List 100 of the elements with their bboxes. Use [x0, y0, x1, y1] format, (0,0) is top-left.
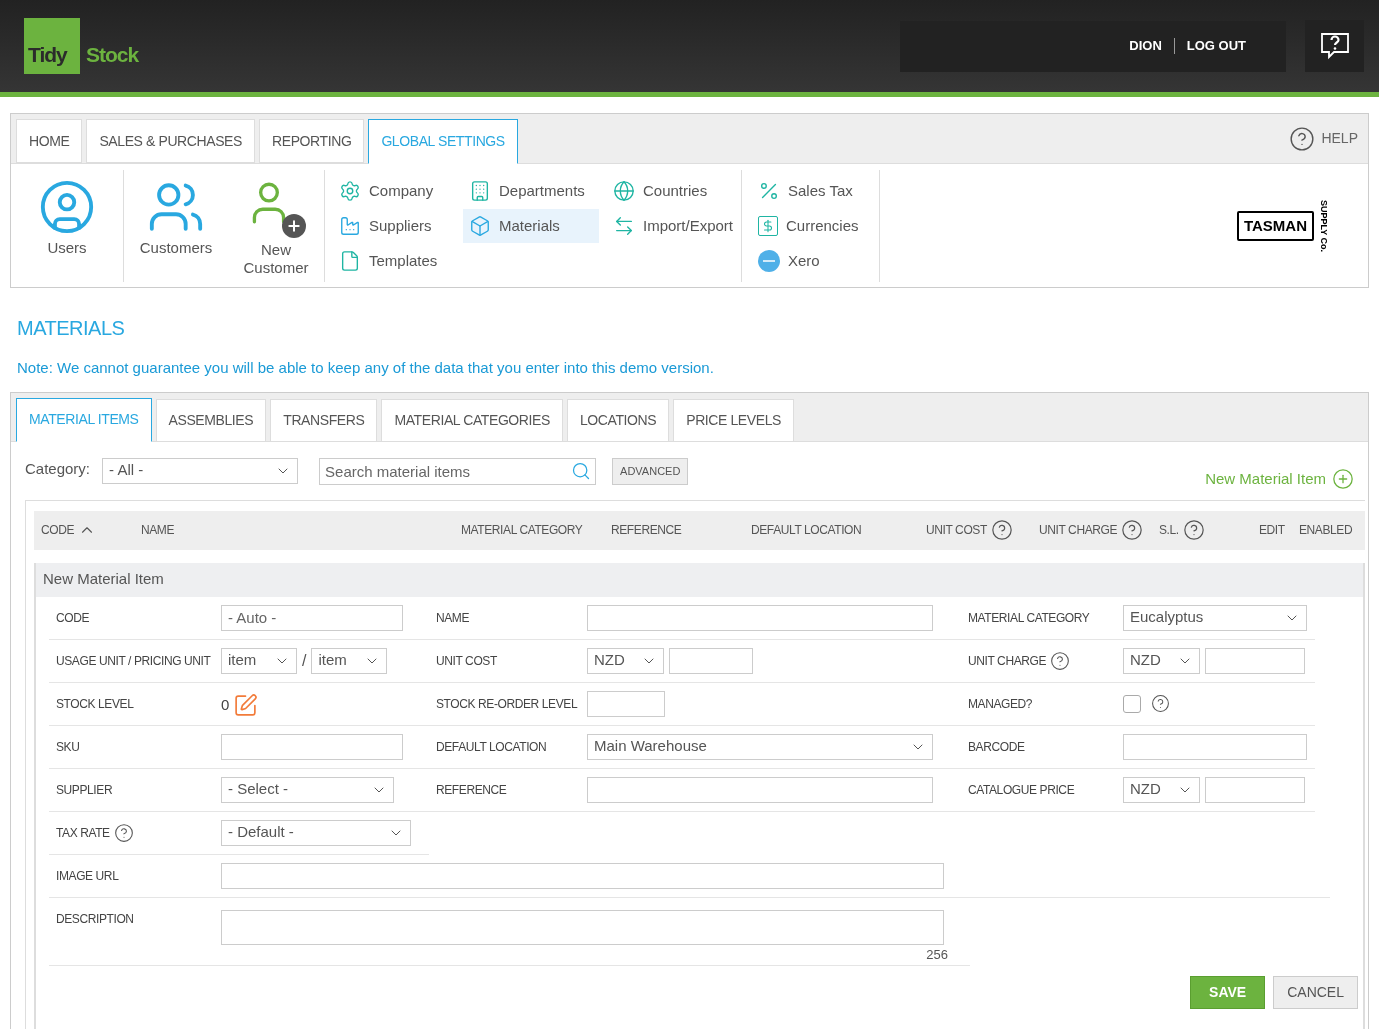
section-tab[interactable]: LOCATIONS [566, 398, 670, 442]
help-link[interactable]: HELP [1321, 128, 1358, 149]
character-counter: 256 [926, 945, 948, 964]
nav-link[interactable]: Currencies [752, 209, 879, 243]
section-tab[interactable]: MATERIAL CATEGORIES [381, 398, 563, 442]
input-field[interactable]: - Auto - [221, 604, 403, 631]
field-label: STOCK LEVEL [56, 695, 134, 713]
input-field[interactable] [587, 690, 665, 717]
section-tab[interactable]: TRANSFERS [270, 398, 378, 442]
box-icon [469, 215, 491, 237]
page-title: MATERIALS [17, 316, 126, 341]
currency-select[interactable]: NZD [1123, 647, 1200, 674]
select-field[interactable]: - Select - [221, 776, 394, 803]
column-header[interactable]: UNIT CHARGE [1039, 521, 1118, 539]
help-icon[interactable] [113, 822, 134, 843]
edit-icon[interactable] [233, 692, 259, 718]
arrows-icon [613, 215, 635, 237]
column-header[interactable]: MATERIAL CATEGORY [461, 521, 583, 539]
globe-icon [613, 180, 635, 202]
advanced-button[interactable]: ADVANCED [612, 457, 689, 485]
field-label: CODE [56, 609, 90, 627]
help-icon[interactable] [1289, 125, 1316, 152]
field-label: MATERIAL CATEGORY [968, 609, 1090, 627]
column-header[interactable]: EDIT [1259, 521, 1285, 539]
input-field[interactable] [1205, 776, 1305, 803]
column-header[interactable]: DEFAULT LOCATION [751, 521, 862, 539]
field-label: IMAGE URL [56, 867, 120, 885]
help-button[interactable] [1305, 20, 1364, 72]
field-label: DESCRIPTION [56, 910, 135, 928]
brand-logo: TASMAN [1236, 210, 1314, 242]
form-title: New Material Item [36, 562, 1363, 597]
nav-tab[interactable]: SALES & PURCHASES [86, 119, 255, 163]
help-icon[interactable] [1121, 519, 1144, 541]
select-field[interactable]: Main Warehouse [587, 733, 933, 760]
nav-tab[interactable]: HOME [16, 119, 83, 163]
section-tab[interactable]: ASSEMBLIES [155, 398, 267, 442]
field-label: MANAGED? [968, 695, 1033, 713]
nav-item[interactable]: Users [11, 164, 123, 288]
column-header[interactable]: S.L. [1159, 521, 1179, 539]
nav-link[interactable]: Templates [333, 244, 463, 278]
nav-tab[interactable]: REPORTING [259, 119, 365, 163]
select-field[interactable]: - Default - [221, 819, 411, 846]
help-icon[interactable] [990, 519, 1013, 541]
field-label: TAX RATE [56, 824, 110, 842]
brand-tagline: SUPPLY Co. [1318, 200, 1330, 252]
nav-link[interactable]: Sales Tax [752, 174, 879, 208]
column-header[interactable]: UNIT COST [926, 521, 987, 539]
category-select[interactable]: - All - [102, 457, 299, 484]
input-field[interactable] [669, 647, 753, 674]
field-label: USAGE UNIT / PRICING UNIT [56, 652, 211, 670]
gear-icon [339, 180, 361, 202]
add-icon [1332, 467, 1354, 490]
input-field[interactable] [1205, 647, 1305, 674]
nav-link[interactable]: Countries [607, 174, 741, 208]
help-icon[interactable] [1182, 519, 1205, 541]
building-icon [469, 180, 491, 202]
nav-link[interactable]: Xero [752, 244, 879, 278]
input-field[interactable] [1123, 733, 1307, 760]
nav-link[interactable]: Suppliers [333, 209, 463, 243]
logo[interactable]: Tidy Stock [24, 18, 139, 74]
search-field[interactable]: Search material items [319, 457, 597, 485]
nav-item[interactable]: Customers [124, 164, 228, 288]
logout-link[interactable]: LOG OUT [1186, 36, 1246, 56]
select-field[interactable]: Eucalyptus [1123, 604, 1307, 631]
currency-select[interactable]: NZD [1123, 776, 1200, 803]
field-label: REFERENCE [436, 781, 507, 799]
input-field[interactable] [587, 776, 933, 803]
input-field[interactable] [221, 862, 944, 889]
nav-link[interactable]: Departments [463, 174, 599, 208]
checkbox[interactable] [1123, 694, 1141, 713]
nav-link[interactable]: Import/Export [607, 209, 741, 243]
field-label: UNIT COST [436, 652, 497, 670]
field-label: UNIT CHARGE [968, 652, 1047, 670]
description-field[interactable] [221, 909, 944, 945]
user-link[interactable]: DION [1129, 36, 1162, 56]
select-field[interactable]: item [221, 647, 297, 674]
select-field[interactable]: item [311, 647, 388, 674]
field-label: NAME [436, 609, 470, 627]
chat-help-icon [1319, 32, 1350, 60]
column-header[interactable]: CODE [41, 521, 75, 539]
file-icon [339, 250, 361, 272]
field-label: BARCODE [968, 738, 1025, 756]
section-tab[interactable]: PRICE LEVELS [673, 398, 794, 442]
input-field[interactable] [221, 733, 403, 760]
factory-icon [339, 215, 361, 237]
percent-icon [758, 180, 780, 202]
dollar-icon [758, 216, 778, 236]
column-header[interactable]: NAME [141, 521, 175, 539]
field-label: DEFAULT LOCATION [436, 738, 547, 756]
input-field[interactable] [587, 604, 933, 631]
nav-link[interactable]: Company [333, 174, 463, 208]
nav-item[interactable]: New Customer [228, 164, 324, 288]
currency-select[interactable]: NZD [587, 647, 664, 674]
column-header[interactable]: ENABLED [1299, 521, 1353, 539]
help-icon[interactable] [1151, 694, 1170, 713]
column-header[interactable]: REFERENCE [611, 521, 682, 539]
nav-link[interactable]: Materials [463, 209, 599, 243]
category-label: Category: [25, 458, 91, 479]
help-icon[interactable] [1050, 650, 1071, 671]
cancel-button[interactable]: CANCEL [1273, 975, 1358, 1009]
